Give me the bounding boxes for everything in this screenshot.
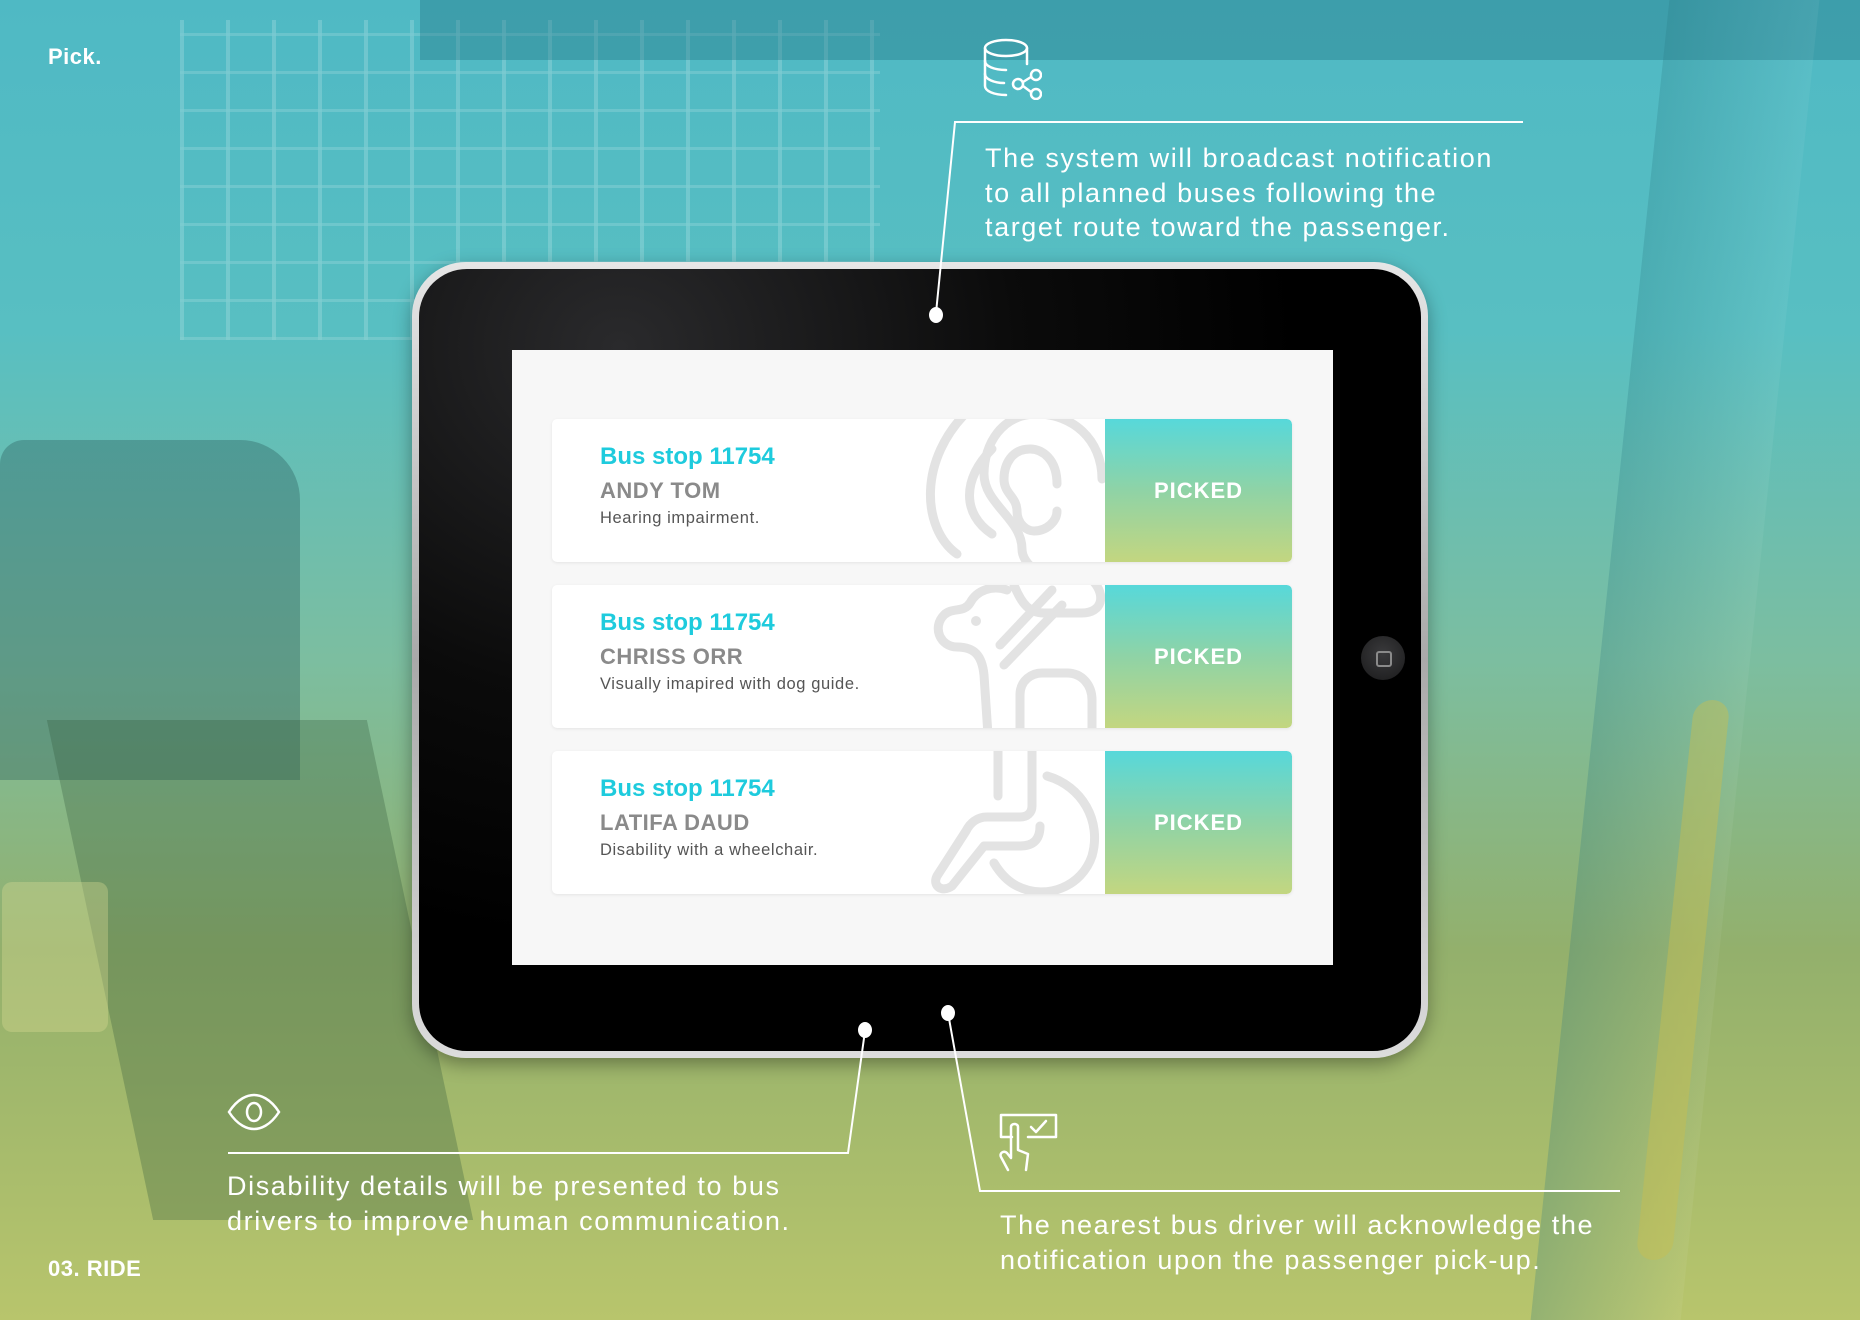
brand-logo: Pick. [48, 44, 102, 69]
guide-dog-icon [933, 585, 1106, 728]
callout-line: notification upon the passenger pick-up. [1000, 1244, 1542, 1275]
driver-console [46, 720, 474, 1220]
disability-description: Hearing impairment. [600, 509, 760, 527]
tablet-screen: Bus stop 11754 ANDY TOM Hearing impairme… [512, 350, 1333, 965]
callout-line: target route toward the passenger. [985, 212, 1451, 242]
bus-stop-label: Bus stop 11754 [600, 609, 775, 636]
passenger-name: CHRISS ORR [600, 644, 744, 669]
bus-ceiling [420, 0, 1860, 60]
ear-icon [926, 419, 1107, 562]
bus-stop-label: Bus stop 11754 [600, 443, 775, 470]
section-label: 03. RIDE [48, 1256, 142, 1281]
callout-line: The system will broadcast notification [985, 143, 1493, 173]
callout-line: drivers to improve human communication. [227, 1205, 791, 1236]
passenger-card: Bus stop 11754 ANDY TOM Hearing impairme… [552, 419, 1292, 562]
cctv-sign [2, 882, 108, 1032]
callout-acknowledge: The nearest bus driver will acknowledge … [1000, 1208, 1594, 1277]
passenger-name: ANDY TOM [600, 478, 721, 503]
disability-description: Disability with a wheelchair. [600, 841, 819, 859]
database-share-icon [983, 38, 1042, 100]
callout-line: to all planned buses following the [985, 177, 1438, 208]
passenger-name: LATIFA DAUD [600, 810, 750, 835]
callout-line: The nearest bus driver will acknowledge … [1000, 1210, 1595, 1240]
callout-broadcast: The system will broadcast notification t… [985, 141, 1493, 245]
callout-disability-details: Disability details will be presented to … [227, 1169, 791, 1238]
eye-icon [227, 1093, 281, 1131]
passenger-card: Bus stop 11754 CHRISS ORR Visually imapi… [552, 585, 1292, 728]
disability-description: Visually imapired with dog guide. [600, 675, 860, 693]
tap-check-icon [999, 1113, 1058, 1172]
passenger-card: Bus stop 11754 LATIFA DAUD Disability wi… [552, 751, 1292, 894]
bus-stop-label: Bus stop 11754 [600, 775, 775, 802]
picked-button[interactable]: PICKED [1105, 419, 1292, 562]
wheelchair-icon [931, 751, 1100, 894]
home-button[interactable] [1361, 636, 1405, 680]
picked-button[interactable]: PICKED [1105, 585, 1292, 728]
callout-line: Disability details will be presented to … [227, 1171, 781, 1201]
picked-button[interactable]: PICKED [1105, 751, 1292, 894]
